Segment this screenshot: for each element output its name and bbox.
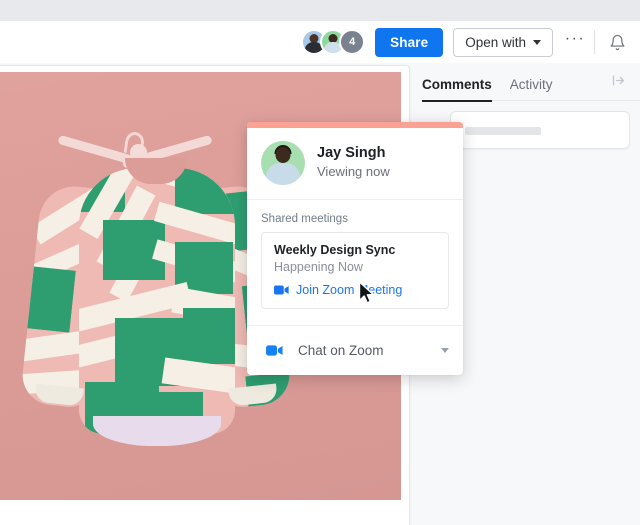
sweater-graphic (19, 158, 293, 458)
open-with-button[interactable]: Open with (453, 27, 553, 57)
shared-meetings-label: Shared meetings (261, 213, 348, 225)
popover-user-text: Jay Singh Viewing now (317, 144, 390, 182)
chat-on-zoom-button[interactable]: Chat on Zoom (247, 325, 463, 375)
more-options-button[interactable]: ··· (562, 29, 588, 55)
zoom-icon-circle (261, 337, 287, 363)
popover-user-header: Jay Singh Viewing now (247, 128, 463, 200)
tab-comments[interactable]: Comments (422, 71, 492, 102)
notifications-button[interactable] (604, 29, 630, 55)
panel-tabs: Comments Activity (422, 71, 640, 102)
comment-input[interactable] (450, 111, 630, 149)
collapse-panel-button[interactable] (611, 73, 626, 93)
comment-placeholder-bar (465, 127, 541, 135)
video-camera-icon (274, 285, 289, 295)
bell-icon (610, 34, 624, 50)
chat-on-zoom-label: Chat on Zoom (298, 342, 384, 358)
meeting-card[interactable]: Weekly Design Sync Happening Now Join Zo… (261, 232, 449, 309)
content-area: Comments Activity Jay Singh Viewing now … (0, 63, 640, 525)
toolbar-divider (594, 30, 595, 54)
app-root: 4 Share Open with ··· Comments Activity … (0, 0, 640, 525)
join-link-label: Join Zoom Meeting (296, 283, 403, 297)
tab-activity[interactable]: Activity (510, 71, 553, 101)
comments-panel: Comments Activity (422, 63, 640, 525)
join-zoom-meeting-link[interactable]: Join Zoom Meeting (274, 283, 436, 297)
meeting-title: Weekly Design Sync (274, 243, 396, 257)
user-name: Jay Singh (317, 144, 386, 161)
collaborator-avatar-stack[interactable]: 4 (301, 29, 366, 55)
collapse-panel-icon (612, 75, 625, 86)
meeting-status: Happening Now (274, 260, 363, 274)
browser-chrome-strip (0, 0, 640, 21)
avatar (261, 141, 305, 185)
video-camera-icon (265, 344, 283, 356)
sweater-body (79, 168, 235, 434)
share-button[interactable]: Share (375, 27, 444, 57)
avatar-overflow-count[interactable]: 4 (339, 29, 366, 55)
sweater-hem (93, 416, 221, 446)
open-with-label: Open with (465, 34, 526, 50)
presence-popover[interactable]: Jay Singh Viewing now Shared meetings We… (247, 122, 463, 375)
top-toolbar: 4 Share Open with ··· (0, 21, 640, 63)
chevron-down-icon (441, 347, 449, 353)
user-status: Viewing now (317, 164, 390, 180)
chevron-down-icon (533, 39, 541, 45)
